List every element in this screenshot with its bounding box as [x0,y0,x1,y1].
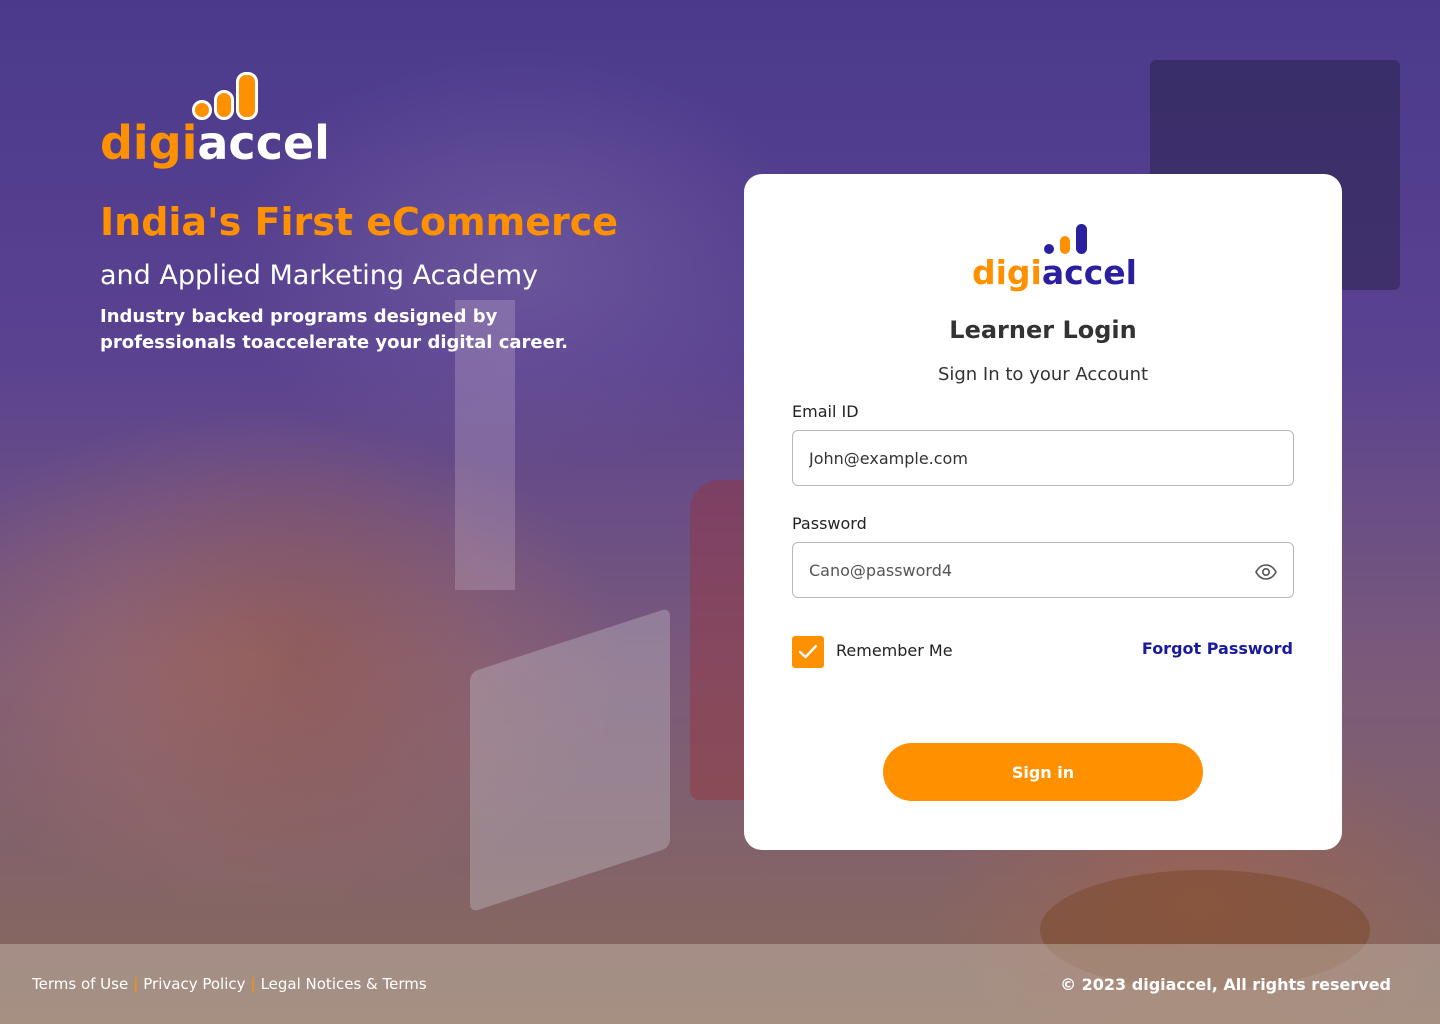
remember-me-checkbox[interactable] [792,636,824,668]
footer: Terms of Use | Privacy Policy | Legal No… [0,944,1440,1024]
remember-me-label[interactable]: Remember Me [836,641,953,660]
logo-text-accel: accel [1041,253,1137,292]
logo-bars-icon [191,72,258,120]
copyright-text: © 2023 digiaccel, All rights reserved [1060,975,1391,994]
logo-text-digi: digi [100,116,198,170]
hero-title: India's First eCommerce [100,200,619,244]
footer-links: Terms of Use | Privacy Policy | Legal No… [32,975,427,993]
logo-text-digi: digi [972,253,1042,292]
password-label: Password [792,514,867,533]
hero-subtitle: and Applied Marketing Academy [100,260,539,291]
email-label: Email ID [792,402,859,421]
card-logo: digiaccel [972,222,1137,289]
terms-of-use-link[interactable]: Terms of Use [32,975,128,993]
password-field[interactable] [792,542,1294,598]
privacy-policy-link[interactable]: Privacy Policy [143,975,245,993]
logo-text-accel: accel [197,116,330,170]
forgot-password-link[interactable]: Forgot Password [1142,639,1293,658]
legal-notices-link[interactable]: Legal Notices & Terms [261,975,427,993]
checkmark-icon [798,644,818,659]
hero-logo: digiaccel [100,72,330,166]
footer-separator: | [133,975,139,993]
sign-in-button[interactable]: Sign in [883,743,1203,801]
login-card: digiaccel Learner Login Sign In to your … [744,174,1342,850]
login-subtitle: Sign In to your Account [937,364,1149,385]
email-field[interactable] [792,430,1294,486]
hero-description: Industry backed programs designed by pro… [100,306,568,353]
footer-separator: | [250,975,256,993]
login-title: Learner Login [949,316,1137,344]
logo-bars-icon [1041,222,1089,256]
eye-icon[interactable] [1252,558,1280,586]
